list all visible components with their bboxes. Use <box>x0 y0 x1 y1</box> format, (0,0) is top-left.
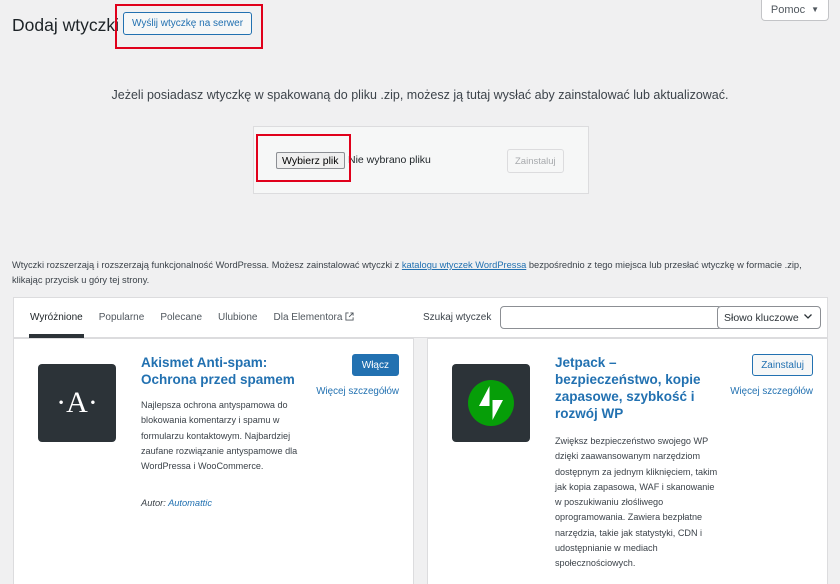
search-type-select[interactable]: Słowo kluczowe <box>717 306 821 329</box>
plugin-title[interactable]: Jetpack – bezpieczeństwo, kopie zapasowe… <box>555 354 715 422</box>
plugin-description: Najlepsza ochrona antyspamowa do blokowa… <box>141 400 298 472</box>
tab-elementor-label: Dla Elementora <box>273 312 343 323</box>
highlight-box-file <box>256 134 351 182</box>
tab-featured[interactable]: Wyróżnione <box>29 298 84 338</box>
search-label: Szukaj wtyczek <box>423 312 492 323</box>
install-button[interactable]: Zainstaluj <box>752 354 813 376</box>
more-details-link[interactable]: Więcej szczegółów <box>730 386 813 397</box>
plugin-card-akismet: ·A· Akismet Anti-spam: Ochrona przed spa… <box>13 338 414 584</box>
help-label: Pomoc <box>770 3 806 16</box>
external-link-icon <box>345 312 354 323</box>
help-tab[interactable]: Pomoc ▼ <box>761 0 829 21</box>
plugin-card-jetpack: Jetpack – bezpieczeństwo, kopie zapasowe… <box>427 338 828 584</box>
jetpack-icon[interactable] <box>452 364 530 442</box>
activate-button[interactable]: Włącz <box>351 354 399 376</box>
author-label: Autor: <box>141 498 166 508</box>
tab-favorites[interactable]: Ulubione <box>218 298 257 337</box>
caret-down-icon: ▼ <box>811 5 820 14</box>
akismet-icon-letter: ·A· <box>56 386 98 419</box>
plugin-author: Autor: Automattic <box>141 498 212 508</box>
no-file-text: Nie wybrano pliku <box>348 154 431 166</box>
search-plugins-input[interactable] <box>500 306 722 329</box>
more-details-link[interactable]: Więcej szczegółów <box>316 386 399 397</box>
plugin-description: Zwiększ bezpieczeństwo swojego WP dzięki… <box>555 436 718 569</box>
plugin-directory-link[interactable]: katalogu wtyczek WordPressa <box>402 260 526 270</box>
desc-text-before: Wtyczki rozszerzają i rozszerzają funkcj… <box>12 260 402 270</box>
akismet-icon[interactable]: ·A· <box>38 364 116 442</box>
highlight-box-upload <box>115 4 263 49</box>
plugin-title[interactable]: Akismet Anti-spam: Ochrona przed spamem <box>141 354 301 388</box>
author-link[interactable]: Automattic <box>168 498 212 508</box>
chevron-down-icon <box>803 311 813 324</box>
filter-tabs: Wyróżnione Popularne Polecane Ulubione D… <box>29 298 355 338</box>
tab-popular[interactable]: Popularne <box>99 298 145 337</box>
search-type-value: Słowo kluczowe <box>724 311 799 324</box>
plugin-filter-bar: Wyróżnione Popularne Polecane Ulubione D… <box>13 297 828 338</box>
tab-recommended[interactable]: Polecane <box>160 298 202 337</box>
upload-intro-text: Jeżeli posiadasz wtyczkę w spakowaną do … <box>111 88 729 102</box>
install-now-button[interactable]: Zainstaluj <box>507 149 564 173</box>
plugins-description: Wtyczki rozszerzają i rozszerzają funkcj… <box>12 258 832 288</box>
tab-elementor[interactable]: Dla Elementora <box>274 298 355 337</box>
page-title: Dodaj wtyczki <box>12 15 119 35</box>
